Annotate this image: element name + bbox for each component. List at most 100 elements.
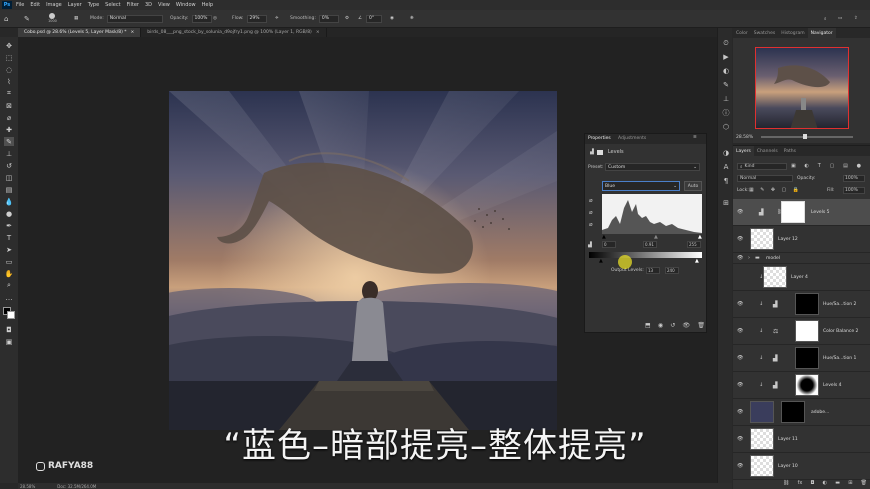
history-icon[interactable]: ⏲ [721, 38, 731, 48]
adjustments-icon[interactable]: ◐ [721, 66, 731, 76]
actions-icon[interactable]: ▶ [721, 52, 731, 62]
layer-row-hue-sat-2[interactable]: 👁 ↓ ▟ Hue/Sa...tion 2 [733, 291, 870, 318]
navigator-preview[interactable] [755, 47, 849, 129]
gear-icon[interactable]: ⚙ [345, 13, 349, 24]
home-icon[interactable]: ⌂ [4, 13, 8, 24]
visibility-eye-icon[interactable]: 👁 [683, 322, 691, 330]
output-levels-slider[interactable]: ▲ ▲ [589, 258, 702, 264]
visibility-eye-icon[interactable]: 👁 [737, 209, 743, 215]
new-adjustment-icon[interactable]: ◐ [823, 480, 827, 488]
reset-icon[interactable]: ↺ [670, 322, 675, 330]
tab-paths[interactable]: Paths [781, 146, 799, 156]
layer-filter-select[interactable]: ⌕ Kind [737, 163, 787, 170]
layer-row-layer-11[interactable]: 👁 Layer 11 [733, 426, 870, 453]
trash-icon[interactable]: 🗑 [697, 322, 705, 330]
marquee-tool-icon[interactable]: ⬚ [4, 53, 14, 62]
menu-view[interactable]: View [158, 2, 170, 8]
tab-cobo[interactable]: Cobo.psd @ 28.6% (Levels 5, Layer Mask/8… [18, 28, 142, 37]
lock-artboard-icon[interactable]: ▢ [782, 187, 787, 193]
output-black-handle[interactable]: ▲ [599, 258, 603, 264]
filter-type-icon[interactable]: T [818, 163, 821, 170]
visibility-eye-icon[interactable]: 👁 [737, 382, 743, 388]
link-layers-icon[interactable]: ⛓ [783, 480, 789, 488]
visibility-eye-icon[interactable]: 👁 [737, 301, 743, 307]
tab-adjustments[interactable]: Adjustments [618, 136, 646, 141]
black-point-handle[interactable]: ▲ [602, 234, 606, 240]
gradient-tool-icon[interactable]: ▤ [4, 185, 14, 194]
layer-mask-thumb[interactable] [781, 401, 805, 423]
gray-eyedropper-icon[interactable]: ⌀ [589, 209, 593, 216]
layer-row-layer-10[interactable]: 👁 Layer 10 [733, 453, 870, 480]
crop-tool-icon[interactable]: ⌗ [4, 89, 14, 98]
layer-row-layer-4[interactable]: ↓ Layer 4 [733, 264, 870, 291]
hand-tool-icon[interactable]: ✋ [4, 269, 14, 278]
visibility-eye-icon[interactable]: 👁 [737, 328, 743, 334]
brush-tool-icon[interactable]: ✎ [24, 13, 30, 24]
lock-position-icon[interactable]: ✥ [771, 187, 775, 193]
visibility-eye-icon[interactable]: 👁 [737, 409, 743, 415]
move-tool-icon[interactable]: ✥ [4, 41, 14, 50]
3d-icon[interactable]: ⬡ [721, 122, 731, 132]
quick-mask-icon[interactable]: ◘ [4, 325, 14, 334]
layer-mask-thumb[interactable] [795, 374, 819, 396]
menu-file[interactable]: File [16, 2, 24, 8]
tab-navigator[interactable]: Navigator [807, 28, 836, 38]
screen-mode-icon[interactable]: ▣ [4, 337, 14, 346]
visibility-eye-icon[interactable]: 👁 [737, 436, 743, 442]
lasso-tool-icon[interactable]: ◌ [4, 65, 14, 74]
close-icon[interactable]: × [131, 30, 135, 35]
layer-row-layer-12[interactable]: 👁 Layer 12 [733, 226, 870, 253]
symmetry-icon[interactable]: ❋ [410, 13, 414, 24]
layer-row-color-balance-2[interactable]: 👁 ↓ ⚖ Color Balance 2 [733, 318, 870, 345]
output-white-field[interactable]: 240 [665, 267, 679, 274]
libraries-icon[interactable]: ⊞ [721, 198, 731, 208]
visibility-eye-icon[interactable]: 👁 [737, 255, 743, 261]
character-icon[interactable]: A [721, 162, 731, 172]
input-white-field[interactable]: 255 [687, 241, 701, 248]
auto-button[interactable]: Auto [684, 181, 702, 191]
brush-settings-icon[interactable]: ✎ [721, 80, 731, 90]
layer-row-hue-sat-1[interactable]: 👁 ↓ ▟ Hue/Sa...tion 1 [733, 345, 870, 372]
zoom-slider-handle[interactable] [803, 134, 807, 139]
angle-input[interactable]: 0° [366, 14, 382, 23]
filter-smart-object-icon[interactable]: ▤ [843, 163, 848, 170]
menu-type[interactable]: Type [88, 2, 99, 8]
menu-edit[interactable]: Edit [30, 2, 40, 8]
filter-pixel-icon[interactable]: ▣ [791, 163, 796, 170]
layer-group-model[interactable]: 👁 › ▬ model [733, 253, 870, 264]
input-levels-slider[interactable]: ▲ ▲ ▲ [602, 234, 702, 240]
new-layer-icon[interactable]: ⊞ [848, 480, 852, 488]
navigator-zoom-value[interactable]: 28.58% [736, 135, 753, 140]
blur-tool-icon[interactable]: 💧 [4, 197, 14, 206]
visibility-eye-icon[interactable]: 👁 [737, 463, 743, 469]
workspace-icon[interactable]: ▭ [838, 13, 842, 24]
pressure-opacity-icon[interactable]: ◎ [213, 13, 217, 24]
layer-style-icon[interactable]: fx [798, 480, 803, 488]
color-icon[interactable]: ◑ [721, 148, 731, 158]
layer-row-adobe[interactable]: 👁 adobe... [733, 399, 870, 426]
visibility-eye-icon[interactable]: 👁 [737, 355, 743, 361]
brush-tool-icon[interactable]: ✎ [4, 137, 14, 146]
layer-mask-thumb[interactable] [781, 201, 805, 223]
layer-row-levels-4[interactable]: 👁 ↓ ▟ Levels 4 [733, 372, 870, 399]
add-mask-icon[interactable]: ◘ [811, 480, 815, 488]
navigator-zoom-slider[interactable] [761, 134, 853, 139]
fill-input[interactable]: 100% [843, 187, 865, 194]
menu-help[interactable]: Help [202, 2, 213, 8]
tab-layers[interactable]: Layers [733, 146, 754, 156]
new-group-icon[interactable]: ▬ [835, 480, 840, 488]
panel-menu-icon[interactable]: ≡ [693, 135, 697, 140]
menu-select[interactable]: Select [105, 2, 120, 8]
output-black-field[interactable]: 13 [646, 267, 660, 274]
filter-toggle-icon[interactable]: ● [857, 163, 861, 170]
type-tool-icon[interactable]: T [4, 233, 14, 242]
clip-to-layer-icon[interactable]: ⬒ [645, 322, 651, 330]
pressure-size-icon[interactable]: ◉ [390, 13, 394, 24]
opacity-input[interactable]: 100% [191, 14, 212, 23]
lock-pixels-icon[interactable]: ✎ [760, 187, 764, 193]
tab-swatches[interactable]: Swatches [751, 28, 779, 38]
channel-select[interactable]: Blue ⌄ [602, 181, 680, 191]
white-point-handle[interactable]: ▲ [698, 234, 702, 240]
document-canvas[interactable] [169, 91, 557, 430]
mode-select[interactable]: Normal [106, 14, 163, 23]
